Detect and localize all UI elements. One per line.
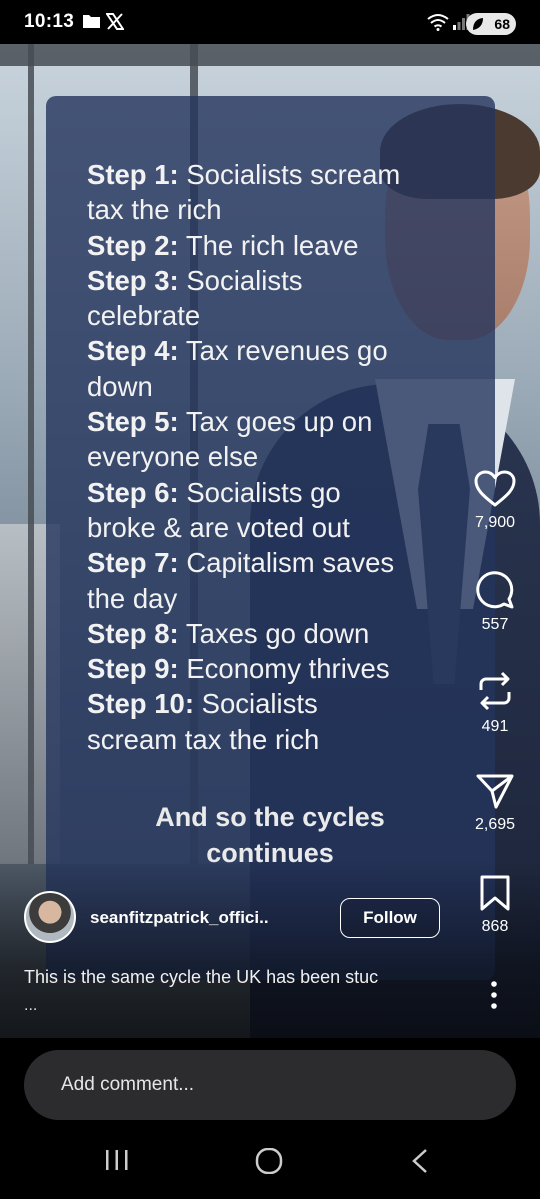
step-label: Step 5:: [87, 406, 179, 438]
step-line: Step 2: The rich leave: [87, 228, 467, 263]
step-label: Step 4:: [87, 335, 179, 367]
follow-button[interactable]: Follow: [340, 898, 440, 938]
more-options-button[interactable]: [482, 980, 506, 1010]
step-text: Tax revenues go: [185, 335, 388, 367]
share-button[interactable]: 2,695: [462, 772, 528, 834]
step-line: Step 8: Taxes go down: [87, 616, 467, 651]
repost-button[interactable]: 491: [462, 670, 528, 736]
step-line: celebrate: [87, 300, 201, 332]
step-line: Step 9: Economy thrives: [87, 651, 467, 686]
avatar[interactable]: [24, 891, 76, 943]
status-bar: 10:13 68: [0, 0, 540, 44]
step-line: Step 6: Socialists go: [87, 475, 467, 510]
bottom-area: Add comment...: [0, 1038, 540, 1199]
repost-count: 491: [481, 718, 509, 735]
step-line: everyone else: [87, 441, 259, 473]
step-line: the day: [87, 582, 178, 614]
folder-icon: [82, 13, 101, 34]
more-vertical-icon: [491, 981, 497, 1009]
back-icon: [412, 1149, 427, 1173]
step-line: down: [87, 370, 153, 402]
step-line: tax the rich: [87, 194, 222, 226]
back-button[interactable]: [408, 1148, 432, 1179]
comment-count: 557: [481, 616, 509, 633]
x-logo-icon: [105, 13, 125, 35]
step-text: Capitalism saves: [186, 547, 395, 579]
step-line: Step 7: Capitalism saves: [87, 545, 467, 580]
comment-input[interactable]: Add comment...: [24, 1050, 516, 1120]
step-label: Step 3:: [87, 264, 179, 296]
step-line: broke & are voted out: [87, 511, 350, 543]
step-text: Economy thrives: [186, 653, 390, 685]
window-frame-top: [0, 44, 540, 66]
step-text: Socialists: [186, 264, 303, 296]
author-row: seanfitzpatrick_offici.. Follow: [24, 891, 444, 945]
comment-button[interactable]: 557: [462, 570, 528, 634]
closing-line: And so the cycles: [155, 802, 385, 832]
steps-text: Step 1: Socialists scream tax the rich S…: [87, 157, 467, 757]
step-line: Step 1: Socialists scream: [87, 157, 467, 192]
battery-saver-icon: [471, 16, 485, 35]
step-text: The rich leave: [185, 229, 359, 261]
recent-apps-icon: [106, 1150, 128, 1170]
step-label: Step 10:: [87, 688, 194, 720]
step-line: scream tax the rich: [87, 723, 320, 755]
step-line: Step 3: Socialists: [87, 263, 467, 298]
step-line: Step 10: Socialists: [87, 686, 467, 721]
save-button[interactable]: 868: [462, 874, 528, 936]
wifi-icon: [427, 13, 449, 36]
caption-more[interactable]: ...: [24, 997, 37, 1015]
caption-text[interactable]: This is the same cycle the UK has been s…: [24, 967, 454, 988]
step-label: Step 8:: [87, 617, 179, 649]
recent-apps-button[interactable]: [104, 1148, 130, 1177]
step-label: Step 6:: [87, 476, 179, 508]
step-label: Step 7:: [87, 547, 179, 579]
send-icon: [476, 774, 514, 809]
step-text: Socialists: [201, 688, 318, 720]
bookmark-icon: [480, 875, 510, 911]
heart-icon: [474, 470, 516, 507]
comment-icon: [476, 571, 514, 609]
step-label: Step 2:: [87, 229, 179, 261]
step-line: Step 5: Tax goes up on: [87, 404, 467, 439]
step-line: Step 4: Tax revenues go: [87, 333, 467, 368]
step-label: Step 9:: [87, 653, 179, 685]
status-time: 10:13: [24, 11, 75, 32]
step-text: Taxes go down: [185, 617, 370, 649]
save-count: 868: [481, 918, 509, 935]
home-button[interactable]: [255, 1147, 283, 1179]
repost-icon: [479, 671, 511, 711]
like-count: 7,900: [474, 514, 516, 531]
step-label: Step 1:: [87, 159, 179, 190]
step-text: Socialists scream: [186, 159, 401, 190]
like-button[interactable]: 7,900: [462, 470, 528, 532]
bottom-shade: [0, 860, 540, 1038]
battery-indicator: 68: [466, 13, 516, 35]
username[interactable]: seanfitzpatrick_offici..: [90, 908, 269, 928]
share-count: 2,695: [474, 816, 516, 833]
comment-placeholder: Add comment...: [61, 1074, 195, 1095]
step-text: Tax goes up on: [185, 406, 373, 438]
battery-level: 68: [494, 16, 510, 32]
home-icon: [255, 1147, 283, 1175]
step-text: Socialists go: [186, 476, 341, 508]
